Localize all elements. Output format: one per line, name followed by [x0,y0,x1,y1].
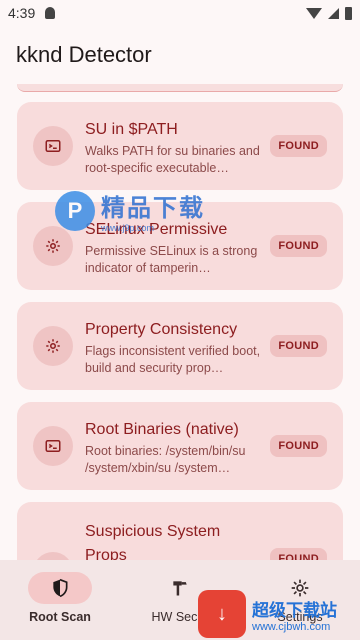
check-card-suspicious-props[interactable]: Suspicious System Props FOUND [17,502,343,560]
terminal-icon [33,426,73,466]
watermark-text: 超级下载站 [252,600,337,620]
watermark-logo-icon: P [55,190,95,231]
status-badge: FOUND [270,235,327,257]
nav-label: Root Scan [29,610,91,624]
card-title: Root Binaries (native) [85,421,239,438]
battery-icon [345,6,352,20]
notification-icon [45,7,56,19]
terminal-icon [33,552,73,560]
shield-icon [28,572,92,604]
status-icons [306,6,352,20]
gear-icon [33,326,73,366]
watermark-url: www.j9p.com [101,223,155,233]
status-badge: FOUND [270,335,327,357]
card-title: Suspicious System Props [85,523,221,560]
watermark-bottom: ↓ 超级下载站 www.cjbwh.com [198,590,337,638]
signal-icon [328,7,339,19]
check-card-property-consistency[interactable]: Property Consistency Flags inconsistent … [17,302,343,390]
app-title: kknd Detector [16,42,152,67]
terminal-icon [33,126,73,166]
card-title: SU in $PATH [85,121,178,138]
previous-card-edge [17,84,343,92]
watermark-top: P 精品下载 www.j9p.com [55,188,205,233]
status-bar: 4:39 [0,0,360,26]
check-card-su-path[interactable]: SU in $PATH Walks PATH for su binaries a… [17,102,343,190]
card-description: Permissive SELinux is a strong indicator… [85,244,258,275]
card-description: Flags inconsistent verified boot, build … [85,344,261,375]
status-badge: FOUND [270,435,327,457]
app-bar: kknd Detector [0,26,360,84]
check-card-root-binaries[interactable]: Root Binaries (native) Root binaries: /s… [17,402,343,490]
card-description: Walks PATH for su binaries and root-spec… [85,144,260,175]
watermark-url: www.cjbwh.com [252,620,331,633]
status-badge: FOUND [270,135,327,157]
check-list[interactable]: SU in $PATH Walks PATH for su binaries a… [0,84,360,560]
card-title: Property Consistency [85,321,238,338]
watermark-logo-icon: ↓ [198,590,246,638]
wifi-icon [306,7,322,19]
status-time: 4:39 [8,5,36,21]
watermark-text: 精品下载 [101,195,205,222]
nav-root-scan[interactable]: Root Scan [0,560,120,640]
status-badge: FOUND [270,548,327,560]
card-description: Root binaries: /system/bin/su /system/xb… [85,444,246,475]
